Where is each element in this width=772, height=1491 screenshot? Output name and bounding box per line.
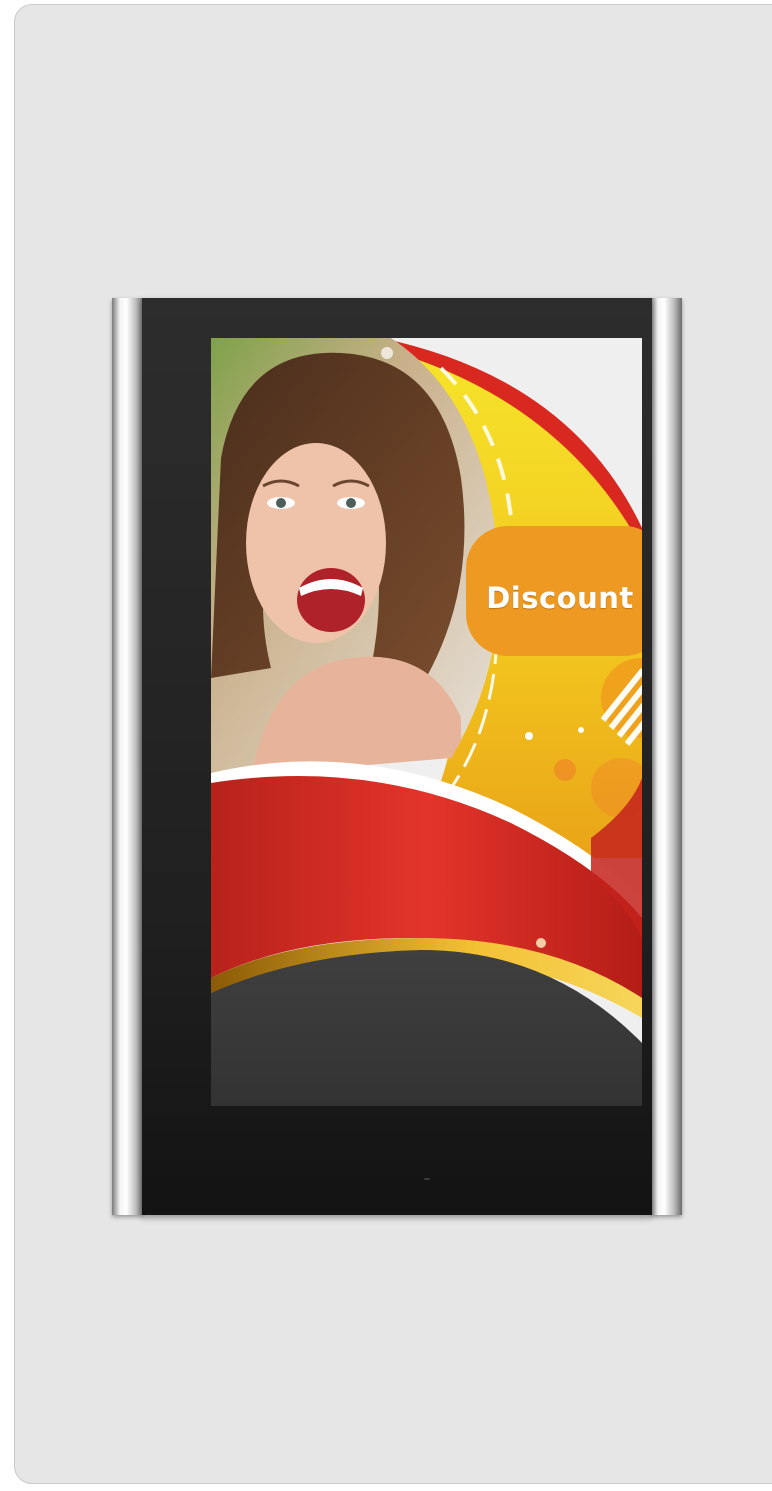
- left-metal-frame: [112, 298, 144, 1215]
- display-screen: Discount: [211, 338, 642, 1106]
- sensor-dot-icon: [424, 1178, 430, 1180]
- right-metal-frame: [650, 298, 682, 1215]
- digital-signage-kiosk: Discount: [112, 298, 682, 1215]
- promo-artwork: [211, 338, 642, 1106]
- display-bezel: Discount: [142, 298, 652, 1215]
- discount-label: Discount: [486, 581, 634, 615]
